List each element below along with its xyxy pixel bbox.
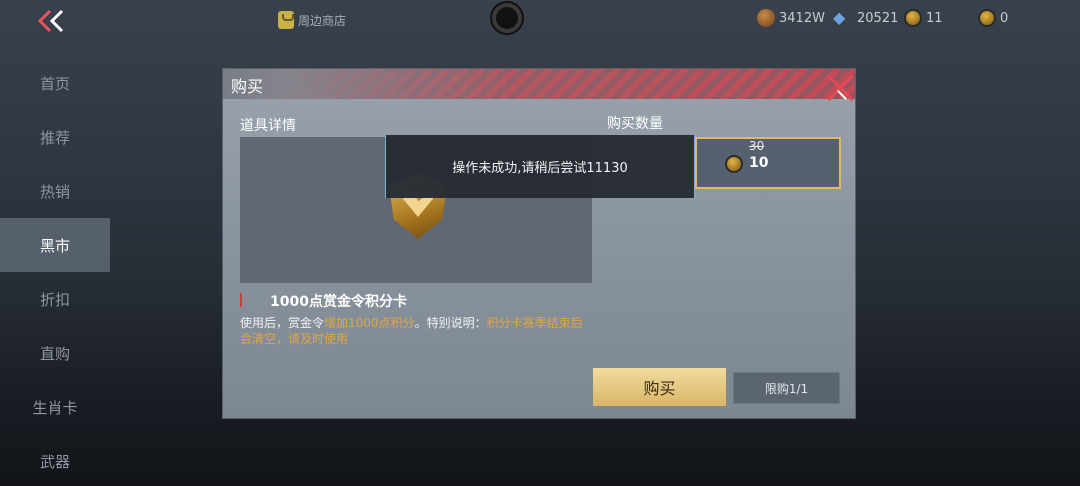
close-button[interactable] (823, 71, 857, 105)
currency-bounty-coin[interactable]: 0 (978, 8, 1008, 28)
sidebar-item-label: 武器 (39, 452, 70, 471)
currency-bounty-value: 0 (1000, 10, 1009, 26)
bounty-coin-icon (725, 155, 743, 173)
purchase-dialog: 购买 道具详情 购买数量 永久 30 10 1000点赏金令积分卡 使用后，赏金… (222, 68, 856, 419)
sidebar-item-label: 黑市 (39, 236, 70, 255)
desc-highlight: 增加1000点积分 (324, 316, 415, 330)
currency-diamond-value: 20521 (857, 10, 899, 26)
currency-badge-value: 11 (926, 10, 943, 26)
quantity-label: 购买数量 (607, 116, 663, 132)
toast-message: 操作未成功,请稍后尝试11130 (452, 161, 628, 176)
purchase-limit-label: 限购1/1 (764, 381, 809, 396)
item-description: 使用后，赏金令增加1000点积分。特别说明：积分卡赛季结束后会清空，请及时使用 (240, 315, 592, 347)
bounty-coin-icon (978, 9, 996, 27)
error-toast: 操作未成功,请稍后尝试11130 (385, 135, 695, 198)
game-logo (492, 3, 522, 33)
shopping-bag-icon (278, 11, 294, 29)
currency-diamond[interactable]: 20521 (833, 8, 898, 28)
sidebar-item-label: 折扣 (39, 290, 70, 309)
back-button[interactable] (34, 8, 68, 34)
dialog-header (223, 69, 855, 99)
shop-label: 周边商店 (298, 13, 347, 28)
sidebar-item-recommended[interactable]: 推荐 (0, 110, 110, 164)
item-name: 1000点赏金令积分卡 (270, 294, 407, 310)
sidebar-item-black-market[interactable]: 黑市 (0, 218, 110, 272)
sidebar-item-label: 生肖卡 (32, 398, 78, 417)
currency-gold-value: 3412W (779, 10, 825, 26)
original-price: 30 (749, 139, 765, 153)
bounty-badge-icon (904, 9, 922, 27)
buy-button-label: 购买 (643, 379, 676, 398)
sidebar-item-label: 直购 (39, 344, 70, 363)
purchase-limit-button: 限购1/1 (733, 372, 840, 404)
gold-coin-icon (757, 9, 775, 27)
sidebar: 首页 推荐 热销 黑市 折扣 直购 生肖卡 武器 (0, 56, 110, 486)
currency-gold[interactable]: 3412W (757, 8, 825, 28)
desc-text: 。特别说明： (414, 316, 487, 330)
sidebar-item-label: 首页 (39, 74, 70, 93)
current-price: 10 (749, 155, 769, 171)
currency-bounty-badge[interactable]: 11 (904, 8, 943, 28)
sidebar-item-zodiac-card[interactable]: 生肖卡 (0, 380, 110, 434)
sidebar-item-direct-purchase[interactable]: 直购 (0, 326, 110, 380)
diamond-icon (833, 9, 853, 27)
sidebar-item-discount[interactable]: 折扣 (0, 272, 110, 326)
sidebar-item-hot[interactable]: 热销 (0, 164, 110, 218)
sidebar-item-weapons[interactable]: 武器 (0, 434, 110, 486)
desc-text: 使用后，赏金令 (240, 316, 325, 330)
peripheral-shop-link[interactable]: 周边商店 (278, 9, 346, 31)
item-details-label: 道具详情 (240, 118, 296, 134)
sidebar-item-home[interactable]: 首页 (0, 56, 110, 110)
name-marker (240, 293, 242, 307)
sidebar-item-label: 热销 (39, 182, 70, 201)
double-chevron-left-icon (37, 9, 64, 33)
price-option[interactable]: 30 10 (695, 137, 841, 189)
top-bar: 周边商店 3412W 20521 11 0 (0, 0, 1080, 38)
sidebar-item-label: 推荐 (39, 128, 70, 147)
dialog-title: 购买 (231, 77, 264, 96)
buy-button[interactable]: 购买 (593, 368, 726, 406)
